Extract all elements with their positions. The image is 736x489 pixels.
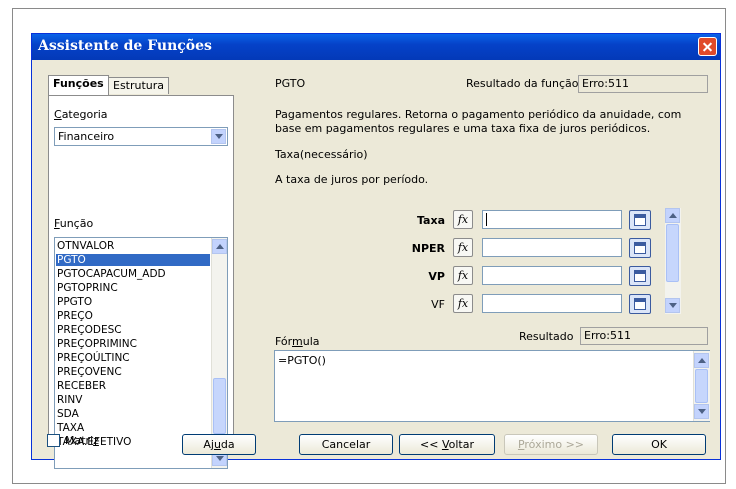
argument-name: Taxa(necessário) bbox=[275, 148, 368, 161]
function-result-label: Resultado da função bbox=[466, 77, 579, 90]
formula-label: Fórmula bbox=[275, 335, 320, 348]
list-item[interactable]: PGTOCAPACUM_ADD bbox=[56, 268, 210, 280]
arguments-scrollbar[interactable] bbox=[665, 208, 681, 314]
fx-icon[interactable]: fx bbox=[453, 210, 473, 229]
ok-button[interactable]: OK bbox=[612, 434, 706, 455]
shrink-dialog-icon[interactable] bbox=[629, 294, 651, 314]
fx-icon[interactable]: fx bbox=[453, 238, 473, 257]
scroll-up-icon[interactable] bbox=[694, 353, 709, 368]
chevron-down-icon[interactable] bbox=[211, 129, 226, 144]
cancel-button[interactable]: Cancelar bbox=[299, 434, 393, 455]
list-item[interactable]: RINV bbox=[56, 394, 210, 406]
list-item[interactable]: PREÇOPRIMINC bbox=[56, 338, 210, 350]
formula-result-label: Resultado bbox=[519, 330, 574, 343]
scroll-thumb[interactable] bbox=[213, 378, 226, 434]
function-label: Função bbox=[54, 217, 94, 230]
arg-input-nper[interactable] bbox=[482, 238, 622, 257]
fx-icon[interactable]: fx bbox=[453, 294, 473, 313]
function-name: PGTO bbox=[275, 77, 306, 90]
shrink-dialog-icon[interactable] bbox=[629, 210, 651, 230]
function-wizard-dialog: Assistente de Funções Funções Estrutura … bbox=[31, 33, 721, 469]
category-value: Financeiro bbox=[58, 130, 115, 143]
next-button[interactable]: Próximo >> bbox=[504, 434, 598, 455]
formula-text: =PGTO() bbox=[278, 354, 326, 367]
tab-structure[interactable]: Estrutura bbox=[108, 77, 170, 94]
function-description: Pagamentos regulares. Retorna o pagament… bbox=[275, 108, 682, 135]
shrink-dialog-icon[interactable] bbox=[629, 238, 651, 258]
list-item[interactable]: PREÇODESC bbox=[56, 324, 210, 336]
scroll-up-icon[interactable] bbox=[665, 208, 680, 223]
title-bar: Assistente de Funções bbox=[32, 34, 720, 60]
list-item[interactable]: OTNVALOR bbox=[56, 240, 210, 252]
arg-label-nper: NPER bbox=[411, 242, 445, 255]
category-label: Categoria bbox=[54, 108, 108, 121]
list-item[interactable]: RECEBER bbox=[56, 380, 210, 392]
dialog-title: Assistente de Funções bbox=[38, 38, 212, 54]
fx-icon[interactable]: fx bbox=[453, 266, 473, 285]
list-item[interactable]: PREÇO bbox=[56, 310, 210, 322]
shrink-dialog-icon[interactable] bbox=[629, 266, 651, 286]
scroll-up-icon[interactable] bbox=[212, 239, 227, 254]
arg-label-vp: VP bbox=[428, 270, 445, 283]
function-result-value: Erro:511 bbox=[578, 75, 708, 93]
arg-input-vf[interactable] bbox=[482, 294, 622, 313]
matrix-label: Matriz bbox=[65, 434, 99, 447]
category-select[interactable]: Financeiro bbox=[54, 127, 228, 146]
list-item[interactable]: PGTOPRINC bbox=[56, 282, 210, 294]
scroll-down-icon[interactable] bbox=[694, 404, 709, 419]
matrix-checkbox[interactable] bbox=[47, 434, 60, 447]
list-item[interactable]: TAXA bbox=[56, 422, 210, 434]
close-icon[interactable] bbox=[698, 37, 717, 56]
formula-scrollbar[interactable] bbox=[693, 351, 710, 421]
arg-label-vf: VF bbox=[431, 298, 445, 311]
tab-functions[interactable]: Funções bbox=[48, 75, 109, 95]
back-button[interactable]: << Voltar bbox=[399, 434, 495, 455]
functions-panel: Categoria Financeiro Função OTNVALOR PGT… bbox=[48, 95, 234, 469]
arg-input-taxa[interactable] bbox=[482, 210, 622, 229]
list-item-selected[interactable]: PGTO bbox=[56, 254, 210, 266]
list-item[interactable]: PREÇOVENC bbox=[56, 366, 210, 378]
argument-description: A taxa de juros por período. bbox=[275, 173, 429, 186]
scroll-thumb[interactable] bbox=[666, 224, 679, 282]
arg-input-vp[interactable] bbox=[482, 266, 622, 285]
arg-label-taxa: Taxa bbox=[416, 214, 445, 227]
formula-result-value: Erro:511 bbox=[580, 327, 708, 345]
text-cursor bbox=[486, 213, 487, 226]
help-button[interactable]: Ajuda bbox=[182, 434, 256, 455]
formula-editor[interactable]: =PGTO() bbox=[274, 350, 710, 422]
list-item[interactable]: PPGTO bbox=[56, 296, 210, 308]
list-item[interactable]: PREÇOÚLTINC bbox=[56, 352, 210, 364]
scroll-thumb[interactable] bbox=[695, 369, 708, 403]
scroll-down-icon[interactable] bbox=[665, 298, 680, 313]
list-item[interactable]: SDA bbox=[56, 408, 210, 420]
